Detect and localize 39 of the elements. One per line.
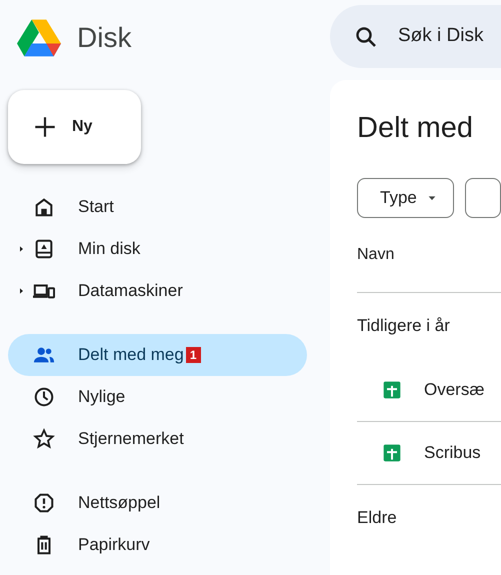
- sheet-icon: [382, 443, 402, 463]
- sidebar-item[interactable]: Start: [8, 186, 307, 228]
- sidebar-item[interactable]: Datamaskiner: [8, 270, 307, 312]
- new-button[interactable]: Ny: [8, 90, 141, 164]
- section-heading: Eldre: [357, 507, 397, 530]
- sidebar-item[interactable]: Stjernemerket: [8, 418, 307, 460]
- filter-chip[interactable]: [464, 178, 501, 218]
- item-label: Delt med meg: [78, 344, 184, 366]
- count-badge: 1: [186, 347, 201, 363]
- drive-icon: [33, 238, 55, 260]
- app-title: Disk: [77, 21, 132, 55]
- expand-arrow-icon: [19, 287, 25, 295]
- sidebar-item[interactable]: Nylige: [8, 376, 307, 418]
- clock-icon: [33, 386, 55, 408]
- item-label: Papirkurv: [78, 534, 150, 556]
- file-name[interactable]: Scribus: [424, 440, 481, 466]
- search-bar[interactable]: Søk i Disk: [330, 5, 501, 68]
- sidebar-item[interactable]: Nettsøppel: [8, 482, 307, 524]
- item-label: Nylige: [78, 386, 126, 408]
- item-label: Nettsøppel: [78, 492, 160, 514]
- column-header[interactable]: Navn: [357, 243, 394, 267]
- sheet-icon: [382, 380, 402, 400]
- star-icon: [33, 428, 55, 450]
- item-label: Datamaskiner: [78, 280, 183, 302]
- file-name[interactable]: Oversæ: [424, 377, 484, 403]
- home-icon: [33, 196, 55, 218]
- sidebar-item[interactable]: Min disk: [8, 228, 307, 270]
- sidebar-item[interactable]: Papirkurv: [8, 524, 307, 566]
- item-label: Stjernemerket: [78, 428, 184, 450]
- item-label: Start: [78, 196, 114, 218]
- item-label: Min disk: [78, 238, 140, 260]
- filter-chip[interactable]: Type: [357, 178, 454, 218]
- search-field[interactable]: Søk i Disk: [398, 22, 501, 51]
- section-heading: Tidligere i år: [357, 315, 450, 338]
- sidebar-item[interactable]: Delt med meg 1: [8, 334, 307, 376]
- search-icon: [354, 24, 378, 48]
- expand-arrow-icon: [19, 245, 25, 253]
- spam-icon: [33, 492, 55, 514]
- page-title: Delt med: [357, 111, 474, 146]
